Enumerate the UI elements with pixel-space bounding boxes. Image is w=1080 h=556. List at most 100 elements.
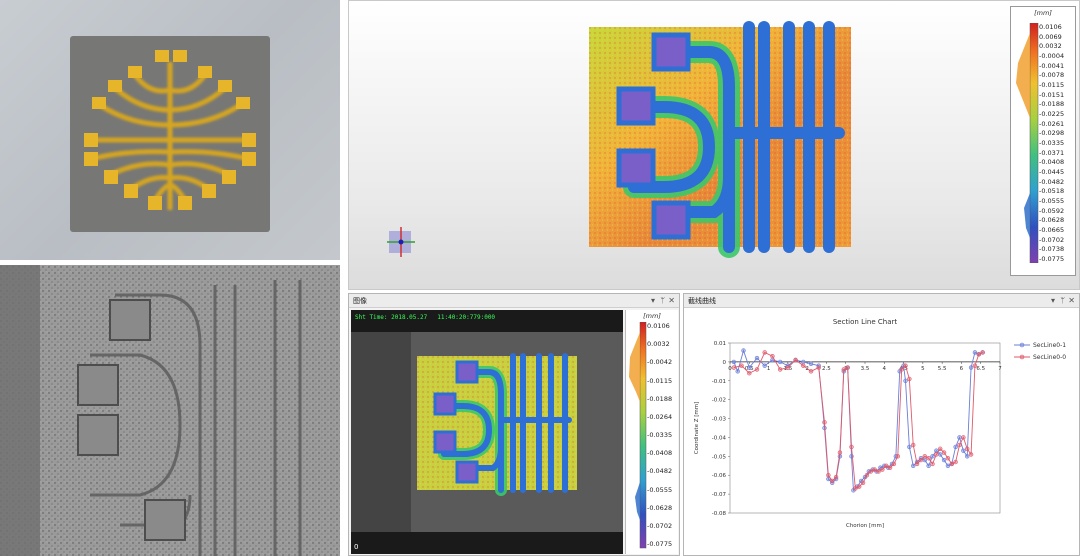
data-point <box>731 365 737 370</box>
data-point <box>735 369 740 374</box>
pin-icon[interactable]: ᛘ <box>1060 294 1065 308</box>
data-point <box>938 452 943 457</box>
deviation-heatmap <box>589 21 851 258</box>
series-line-2 <box>733 351 983 490</box>
x-tick-label: 4 <box>883 366 887 372</box>
data-point <box>841 367 846 372</box>
chart-title: Section Line Chart <box>833 318 898 326</box>
data-point <box>961 448 966 453</box>
data-point <box>826 473 831 478</box>
y-tick-label: -0.01 <box>712 379 726 385</box>
scale-tick-label: -0.0408 <box>1039 158 1065 167</box>
data-point <box>830 478 835 484</box>
camera-view[interactable]: Sht Time: 2018.05.27 11:40:20:779:000 0 <box>351 310 623 554</box>
y-tick-label: -0.03 <box>712 417 727 423</box>
image-scale-ticks: 0.0106 0.0032 -0.0042 -0.0115 -0.0188 -0.0264… <box>647 322 678 548</box>
watermark: CSDN @3DVisionary <box>913 531 1071 549</box>
data-point <box>887 465 893 470</box>
scale-tick-label: -0.0665 <box>1039 226 1065 234</box>
x-tick-label: 2.5 <box>822 366 831 372</box>
scale-tick-label: -0.0628 <box>647 503 673 512</box>
data-point <box>754 367 760 372</box>
scale-tick-label: -0.0042 <box>647 358 673 367</box>
data-point <box>872 467 877 472</box>
data-point <box>747 365 752 370</box>
close-icon[interactable]: ✕ <box>1068 294 1075 308</box>
data-point <box>876 469 881 474</box>
dropdown-icon[interactable]: ▾ <box>651 294 655 308</box>
legend-marker <box>1019 354 1025 360</box>
y-tick-label: -0.04 <box>712 435 727 441</box>
x-tick-label: 1 <box>767 366 771 372</box>
data-point <box>741 348 746 353</box>
data-point <box>770 354 775 359</box>
x-tick-label: 7 <box>998 366 1002 372</box>
scale-tick-label: -0.0445 <box>1039 168 1065 176</box>
data-point <box>945 463 951 468</box>
data-point <box>837 450 843 455</box>
scale-tick-label: -0.0628 <box>1039 216 1065 225</box>
camera-view-image <box>351 332 623 532</box>
y-tick-label: -0.05 <box>712 454 727 460</box>
image-window[interactable]: 图像 ▾ ᛘ ✕ Sht Time: 2018.05.27 11:40:20:7… <box>348 293 680 556</box>
scale-tick-label: 0.0106 <box>1039 23 1062 31</box>
scale-tick-label: 0.0106 <box>647 322 670 330</box>
data-point <box>822 420 827 425</box>
scale-tick-label: -0.0225 <box>1039 110 1065 118</box>
data-point <box>899 367 904 372</box>
capture-time: 11:40:20:779:000 <box>437 314 496 321</box>
data-point <box>922 454 927 459</box>
scale-tick-label: -0.0555 <box>647 485 673 494</box>
axis-gizmo[interactable] <box>385 225 419 259</box>
scale-tick-label: -0.0041 <box>1039 61 1065 70</box>
data-point <box>864 473 870 478</box>
capture-date: Sht Time: 2018.05.27 <box>355 314 428 321</box>
data-point <box>747 371 752 376</box>
scale-tick-label: -0.0264 <box>647 412 673 421</box>
data-point <box>926 463 931 468</box>
scale-tick-label: -0.0738 <box>1039 245 1065 254</box>
x-tick-label: 0 <box>728 366 732 372</box>
scale-tick-label: -0.0702 <box>1039 235 1065 244</box>
data-point <box>808 369 814 374</box>
deviation-3d-view[interactable] <box>348 0 1080 290</box>
scale-tick-label: -0.0115 <box>1039 81 1065 89</box>
microscope-image <box>0 265 340 556</box>
scale-tick-label: -0.0555 <box>1039 197 1065 205</box>
scale-tick-label: -0.0518 <box>1039 187 1065 196</box>
data-point <box>976 352 981 357</box>
x-axis-label: Chorion [mm] <box>846 523 884 529</box>
y-tick-label: -0.08 <box>712 511 727 517</box>
data-point <box>762 350 767 355</box>
data-point <box>961 435 966 440</box>
data-point <box>953 444 958 450</box>
section-chart-window[interactable]: 截线曲线 ▾ ᛘ ✕ Section Line Chart 0.01 0 -0.01 -… <box>683 293 1080 556</box>
data-point <box>930 454 935 459</box>
scale-tick-label: 0.0069 <box>1039 32 1062 41</box>
x-tick-label: 3.5 <box>861 366 870 372</box>
data-point <box>833 474 839 480</box>
image-window-titlebar[interactable]: 图像 ▾ ᛘ ✕ <box>349 294 679 308</box>
scale-tick-label: 0.0032 <box>1039 42 1062 51</box>
data-point <box>777 367 783 372</box>
data-point <box>907 376 912 382</box>
data-point <box>934 452 939 457</box>
scale-tick-label: -0.0775 <box>647 540 673 548</box>
y-tick-label: -0.06 <box>712 473 727 479</box>
data-point <box>785 365 791 370</box>
pin-icon[interactable]: ᛘ <box>660 294 665 308</box>
data-point <box>949 461 954 467</box>
capture-time-readout: Sht Time: 2018.05.27 11:40:20:779:000 <box>355 314 505 321</box>
data-point <box>968 365 974 370</box>
chart-window-titlebar[interactable]: 截线曲线 ▾ ᛘ ✕ <box>684 294 1079 308</box>
y-axis-label: Coordinate Z [mm] <box>694 402 700 454</box>
scale-tick-label: -0.0298 <box>1039 129 1065 138</box>
data-point <box>957 442 962 448</box>
main-color-scale: [mm] 0.0106 0.0069 0.0032 -0.0004 -0.0041 -0.… <box>1010 6 1076 276</box>
dropdown-icon[interactable]: ▾ <box>1051 294 1055 308</box>
data-point <box>911 442 916 448</box>
close-icon[interactable]: ✕ <box>668 294 675 308</box>
data-point <box>860 480 866 485</box>
scale-tick-label: -0.0188 <box>647 394 673 403</box>
frame-index: 0 <box>354 543 359 551</box>
